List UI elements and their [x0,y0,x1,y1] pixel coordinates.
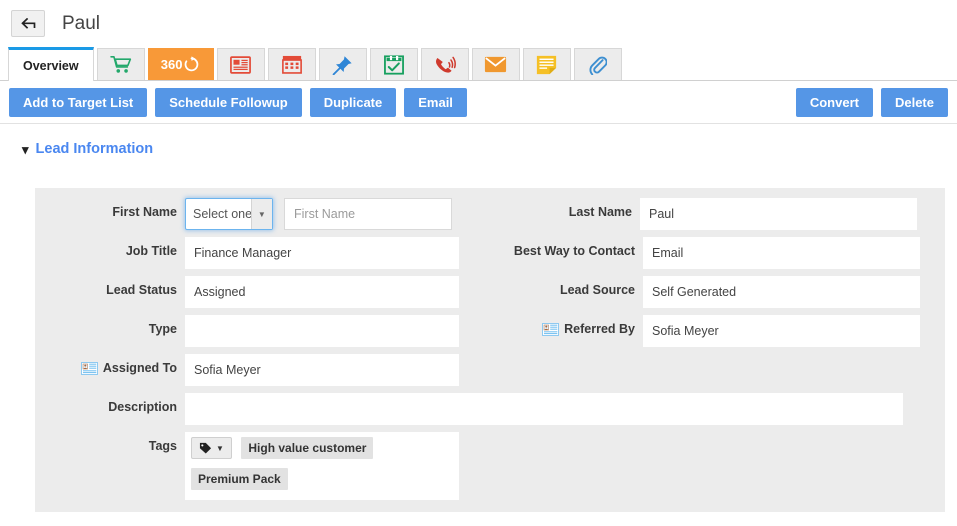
tab-news[interactable] [216,48,265,80]
tab-calls[interactable] [420,48,469,80]
field-lead-status: Lead Status Assigned [35,276,490,308]
assigned-to-label-wrap: Assigned To [35,354,185,375]
tag-chip[interactable]: High value customer [241,437,374,459]
lead-status-value[interactable]: Assigned [185,276,459,308]
salutation-select-value: Select one [193,207,251,221]
contact-card-icon [80,362,98,375]
field-best-way-to-contact: Best Way to Contact Email [490,237,945,269]
phone-icon [435,56,456,73]
lead-source-label: Lead Source [559,283,635,297]
tab-attachments[interactable] [573,48,622,80]
page-header: Paul [0,0,957,47]
lead-status-label: Lead Status [106,283,177,297]
description-label: Description [108,400,177,414]
job-title-label: Job Title [125,244,177,258]
description-value[interactable] [185,393,903,425]
form-row-description: Description [35,393,945,425]
back-button[interactable] [11,10,45,37]
tab-360-label: 360 [160,57,183,72]
refresh-360-icon [185,56,199,72]
convert-button[interactable]: Convert [795,87,873,117]
field-tags: Tags ▼ High value customer Premium Pack [35,432,945,500]
first-name-composite: Select one ▼ [185,198,452,230]
page-title: Paul [62,12,101,34]
tab-overview[interactable]: Overview [8,47,94,81]
form-row-job-contact: Job Title Finance Manager Best Way to Co… [35,237,945,269]
form-row-status-source: Lead Status Assigned Lead Source Self Ge… [35,276,945,308]
note-icon [536,55,557,74]
lead-detail-page: Paul Overview 360 Add to Target List Sch… [0,0,957,526]
best-way-to-contact-label: Best Way to Contact [513,244,635,258]
action-bar: Add to Target List Schedule Followup Dup… [0,81,957,124]
tab-overview-label: Overview [23,58,79,73]
field-description: Description [35,393,945,425]
field-referred-by: Referred By Sofia Meyer [490,315,945,347]
arrow-left-icon [20,17,35,29]
chevron-down-icon: ▾ [22,141,29,157]
form-row-name: First Name Select one ▼ Last Name Paul [35,198,945,230]
add-to-target-list-button[interactable]: Add to Target List [9,87,148,117]
last-name-value[interactable]: Paul [640,198,917,230]
caret-down-icon: ▼ [216,443,224,453]
checklist-icon [383,54,404,75]
form-row-tags: Tags ▼ High value customer Premium Pack [35,432,945,500]
cart-icon [109,55,131,73]
tag-dropdown-button[interactable]: ▼ [191,437,232,459]
delete-button[interactable]: Delete [880,87,948,117]
duplicate-button[interactable]: Duplicate [309,87,397,117]
job-title-value[interactable]: Finance Manager [185,237,459,269]
calendar-icon [281,55,302,74]
referred-by-value[interactable]: Sofia Meyer [643,315,920,347]
last-name-label: Last Name [568,205,632,219]
tags-label: Tags [148,439,177,453]
newspaper-icon [230,55,252,74]
tab-notes[interactable] [522,48,571,80]
tags-second-line: Premium Pack [191,468,453,494]
salutation-select[interactable]: Select one ▼ [185,198,273,230]
first-name-label: First Name [112,205,177,219]
referred-by-label-wrap: Referred By [490,315,643,336]
tab-tasks[interactable] [369,48,418,80]
envelope-icon [485,56,507,73]
lead-information-section-toggle[interactable]: ▾ Lead Information [0,124,957,169]
field-type: Type [35,315,490,347]
tag-chip[interactable]: Premium Pack [191,468,288,490]
type-value[interactable] [185,315,459,347]
email-button[interactable]: Email [404,87,467,117]
tag-icon [199,442,212,454]
field-assigned-to: Assigned To Sofia Meyer [35,354,490,386]
tab-360[interactable]: 360 [147,48,214,80]
lead-source-value[interactable]: Self Generated [643,276,920,308]
best-way-to-contact-value[interactable]: Email [643,237,920,269]
field-job-title: Job Title Finance Manager [35,237,490,269]
tab-cart[interactable] [96,48,145,80]
contact-card-icon [542,323,560,336]
first-name-input[interactable] [284,198,452,230]
paperclip-icon [589,56,608,75]
assigned-to-value[interactable]: Sofia Meyer [185,354,459,386]
tab-bar: Overview 360 [0,47,957,81]
schedule-followup-button[interactable]: Schedule Followup [155,87,302,117]
chevron-down-icon: ▼ [250,199,272,229]
referred-by-label: Referred By [564,322,635,336]
tab-emails[interactable] [471,48,520,80]
type-label: Type [148,322,177,336]
form-row-type-referred: Type Referred By Sofia Meyer [35,315,945,347]
tab-calendar[interactable] [267,48,316,80]
section-title: Lead Information [35,141,154,157]
tags-input-box[interactable]: ▼ High value customer Premium Pack [185,432,459,500]
tab-pin[interactable] [318,48,367,80]
tab-360-label-wrap: 360 [161,56,201,73]
pushpin-icon [332,55,352,75]
assigned-to-label: Assigned To [102,361,177,375]
field-first-name: First Name Select one ▼ [35,198,490,230]
form-row-assigned-to: Assigned To Sofia Meyer [35,354,945,386]
field-lead-source: Lead Source Self Generated [490,276,945,308]
field-last-name: Last Name Paul [490,198,945,230]
lead-information-form: First Name Select one ▼ Last Name Paul J… [35,188,945,512]
